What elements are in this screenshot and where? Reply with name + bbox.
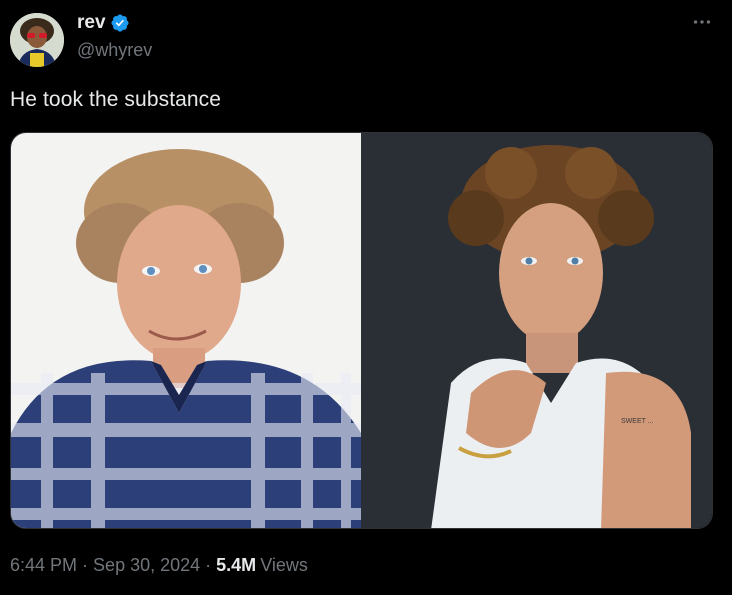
name-row: rev xyxy=(77,10,152,36)
svg-text:SWEET ...: SWEET ... xyxy=(621,418,654,425)
handle[interactable]: @whyrev xyxy=(77,40,152,61)
more-options-button[interactable] xyxy=(688,10,716,34)
timestamp-time[interactable]: 6:44 PM xyxy=(10,555,77,576)
avatar[interactable] xyxy=(10,13,64,67)
tweet-meta: 6:44 PM · Sep 30, 2024 · 5.4M Views xyxy=(10,555,308,576)
verified-badge-icon[interactable] xyxy=(110,13,130,33)
views-count: 5.4M xyxy=(216,555,257,575)
meta-separator: · xyxy=(205,555,212,575)
timestamp-date[interactable]: Sep 30, 2024 xyxy=(93,555,200,576)
more-horizontal-icon xyxy=(693,20,711,24)
display-name[interactable]: rev xyxy=(77,12,106,34)
media-grid[interactable]: SWEET ... xyxy=(10,132,713,529)
right-photo-image: SWEET ... xyxy=(361,133,712,528)
left-photo-image xyxy=(11,133,361,528)
avatar-image xyxy=(10,13,64,67)
meta-separator: · xyxy=(82,555,89,575)
tweet-text: He took the substance xyxy=(10,88,222,111)
views-label: Views xyxy=(260,555,308,575)
user-info: rev @whyrev xyxy=(77,10,152,61)
left-photo[interactable] xyxy=(11,133,361,528)
tweet[interactable]: rev @whyrev He took the substance SWEET … xyxy=(0,0,732,595)
right-photo[interactable]: SWEET ... xyxy=(361,133,712,528)
